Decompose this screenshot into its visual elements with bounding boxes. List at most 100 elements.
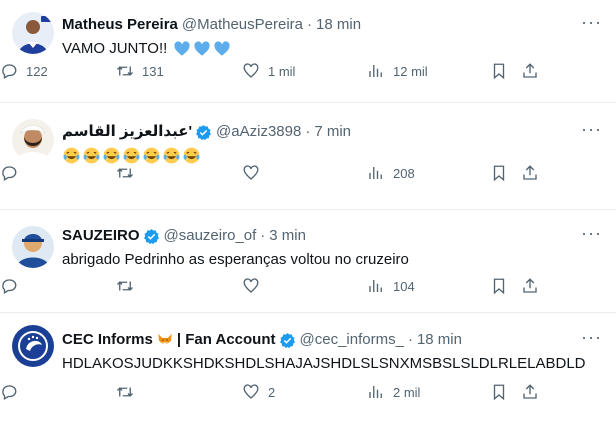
bookmark-icon [493, 278, 505, 295]
display-name[interactable]: Matheus Pereira [62, 15, 178, 35]
retweet-count: 131 [142, 63, 164, 79]
more-options-button[interactable]: ··· [581, 328, 602, 346]
timestamp[interactable]: 18 min [316, 15, 361, 35]
share-button[interactable] [521, 61, 539, 81]
timestamp[interactable]: 7 min [314, 122, 351, 142]
avatar[interactable] [12, 325, 54, 367]
bookmark-button[interactable] [490, 276, 508, 296]
avatar[interactable] [12, 12, 54, 54]
tweet-text: VAMO JUNTO!! [62, 39, 606, 59]
like-button[interactable] [242, 276, 268, 296]
user-handle[interactable]: @aAziz3898 [216, 122, 301, 142]
like-button[interactable]: 2 [242, 382, 275, 402]
views-button[interactable]: 104 [367, 276, 415, 296]
blue-heart-icon [214, 41, 230, 56]
tweet-cec-informs[interactable]: CEC Informs | Fan Account @cec_informs_ … [0, 313, 616, 430]
display-name-suffix[interactable]: | Fan Account [177, 330, 276, 350]
share-icon [523, 165, 537, 180]
tweet-text-content: VAMO JUNTO!! [62, 40, 168, 57]
tweet-text: abrigado Pedrinho as esperanças voltou n… [62, 251, 409, 268]
bookmark-icon [493, 63, 505, 80]
separator-dot: · [307, 16, 313, 33]
retweet-icon [117, 281, 133, 291]
bar-chart-icon [369, 167, 382, 179]
heart-icon [243, 384, 259, 399]
display-name[interactable]: SAUZEIRO [62, 226, 140, 246]
retweet-button[interactable] [116, 163, 142, 183]
view-count: 208 [393, 165, 415, 181]
bar-chart-icon [369, 280, 382, 292]
heart-icon [243, 63, 259, 78]
tweet-aaziz[interactable]: عبدالعزيز القاسم' @aAziz3898 · 7 min ··· [0, 103, 616, 210]
reply-icon [2, 166, 17, 181]
reply-icon [2, 279, 17, 294]
bar-chart-icon [369, 386, 382, 398]
user-handle[interactable]: @MatheusPereira [182, 15, 303, 35]
separator-dot: · [260, 227, 266, 244]
tweet-actions: 2 2 mil [0, 382, 616, 402]
views-button[interactable]: 208 [367, 163, 415, 183]
views-button[interactable]: 12 mil [367, 61, 428, 81]
timeline-feed: Matheus Pereira @MatheusPereira · 18 min… [0, 0, 616, 430]
verified-badge-icon [196, 124, 211, 140]
timestamp[interactable]: 18 min [417, 330, 462, 350]
tweet-sauzeiro[interactable]: SAUZEIRO @sauzeiro_of · 3 min abrigado P… [0, 210, 616, 313]
share-button[interactable] [521, 276, 539, 296]
blue-heart-icon [174, 41, 190, 56]
retweet-button[interactable] [116, 382, 142, 402]
retweet-button[interactable] [116, 276, 142, 296]
share-icon [523, 63, 537, 78]
user-handle[interactable]: @cec_informs_ [300, 330, 404, 350]
view-count: 12 mil [393, 63, 428, 79]
user-handle[interactable]: @sauzeiro_of [164, 226, 257, 246]
timestamp[interactable]: 3 min [269, 226, 306, 246]
reply-icon [2, 385, 17, 400]
retweet-button[interactable]: 131 [116, 61, 164, 81]
tweet-actions: 208 [0, 163, 616, 183]
reply-button[interactable]: 122 [0, 61, 48, 81]
retweet-icon [117, 168, 133, 178]
reply-button[interactable] [0, 276, 26, 296]
tweet-matheus[interactable]: Matheus Pereira @MatheusPereira · 18 min… [0, 0, 616, 103]
blue-heart-emojis [173, 40, 231, 58]
reply-button[interactable] [0, 163, 26, 183]
reply-count: 122 [26, 63, 48, 79]
views-button[interactable]: 2 mil [367, 382, 420, 402]
reply-icon [2, 64, 17, 79]
like-button[interactable] [242, 163, 268, 183]
blue-heart-icon [194, 41, 210, 56]
reply-button[interactable] [0, 382, 26, 402]
bookmark-icon [493, 165, 505, 182]
share-icon [523, 278, 537, 293]
retweet-icon [117, 66, 133, 76]
separator-dot: · [407, 331, 413, 348]
share-button[interactable] [521, 163, 539, 183]
tweet-actions: 122 131 1 mil 12 mil [0, 61, 616, 81]
share-button[interactable] [521, 382, 539, 402]
separator-dot: · [305, 123, 311, 140]
bookmark-icon [493, 384, 505, 401]
like-count: 2 [268, 384, 276, 400]
more-options-button[interactable]: ··· [581, 13, 602, 31]
share-icon [523, 384, 537, 399]
like-count: 1 mil [268, 63, 296, 79]
bar-chart-icon [369, 65, 382, 77]
verified-badge-icon [279, 332, 295, 348]
more-options-button[interactable]: ··· [581, 224, 602, 242]
bookmark-button[interactable] [490, 163, 508, 183]
like-button[interactable]: 1 mil [242, 61, 295, 81]
display-name[interactable]: عبدالعزيز القاسم' [62, 122, 192, 142]
avatar[interactable] [12, 226, 54, 268]
bookmark-button[interactable] [490, 61, 508, 81]
bookmark-button[interactable] [490, 382, 508, 402]
display-name[interactable]: CEC Informs [62, 330, 153, 350]
verified-badge-icon [143, 228, 159, 244]
fox-emoji-icon [158, 334, 172, 344]
avatar[interactable] [12, 119, 54, 161]
tweet-text: HDLAKOSJUDKKSHDKSHDLSHAJAJSHDLSLSNXMSBSL… [62, 355, 586, 372]
more-options-button[interactable]: ··· [581, 120, 602, 138]
retweet-icon [117, 387, 133, 397]
heart-icon [243, 278, 259, 293]
view-count: 104 [393, 278, 415, 294]
view-count: 2 mil [393, 384, 421, 400]
